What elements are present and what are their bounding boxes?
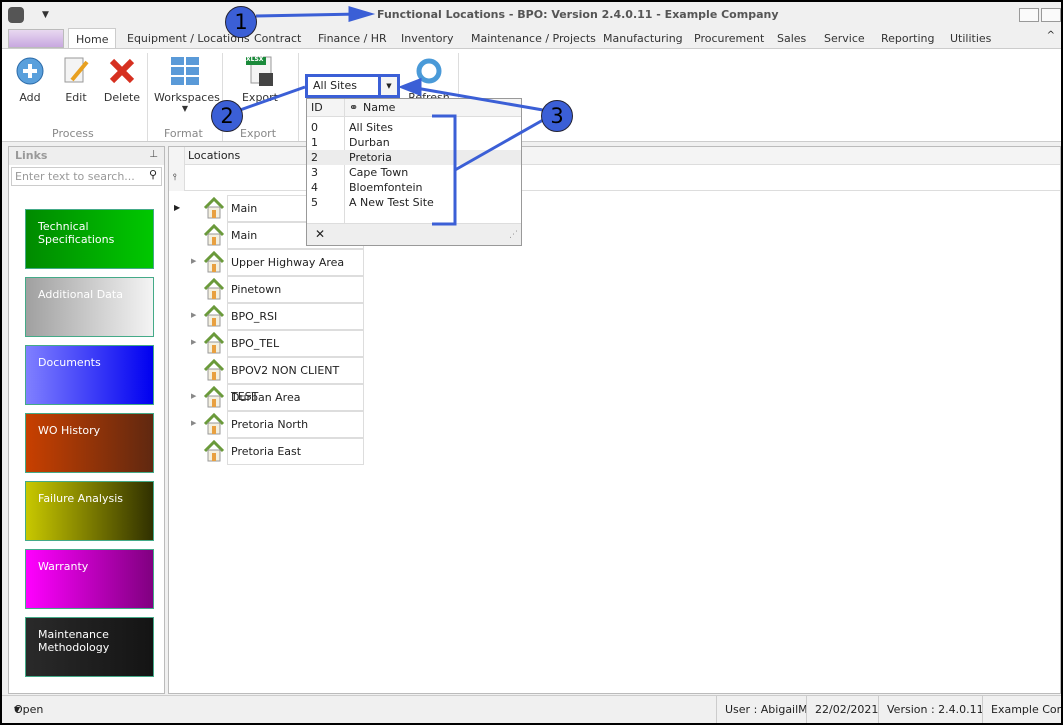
arrowhead <box>348 5 376 23</box>
annotation-bracket <box>432 114 457 226</box>
annotation-badge-2: 2 <box>211 100 243 132</box>
annotation-badge-1: 1 <box>225 6 257 38</box>
annotation-line-3 <box>454 118 544 172</box>
annotation-arrow-1 <box>255 12 361 18</box>
annotation-badge-3: 3 <box>541 100 573 132</box>
annotation-arrow-3 <box>409 85 544 112</box>
annotation-line-2 <box>239 85 306 112</box>
annotation-overlay <box>239 5 544 226</box>
arrowhead <box>397 77 422 97</box>
